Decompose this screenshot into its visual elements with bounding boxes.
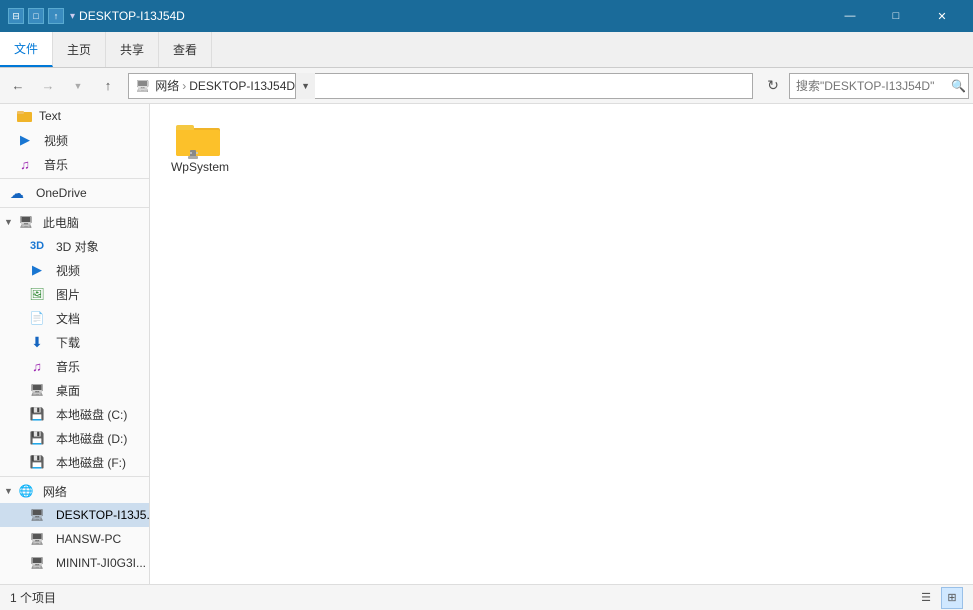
recent-locations-button[interactable]: ▼ bbox=[64, 72, 92, 100]
sidebar: Text ▶ 视频 ♫ 音乐 ☁ OneDrive ▼ 🖥 此电脑 3D 3D … bbox=[0, 104, 150, 584]
video-icon-2: ▶ bbox=[28, 261, 46, 279]
status-count: 1 个项目 bbox=[10, 589, 56, 606]
pc-icon: 🖥 bbox=[17, 213, 35, 231]
titlebar-quick-access: ⊟ □ ↑ bbox=[8, 8, 64, 24]
address-sep-1: › bbox=[182, 79, 186, 93]
sidebar-item-doc[interactable]: 📄 文档 bbox=[0, 306, 149, 330]
download-icon: ⬇ bbox=[28, 333, 46, 351]
doc-icon: 📄 bbox=[28, 309, 46, 327]
sidebar-item-desktop-i13[interactable]: 🖥 DESKTOP-I13J5... bbox=[0, 503, 149, 527]
window-controls: — □ ✕ bbox=[827, 0, 965, 32]
ribbon-tab-share[interactable]: 共享 bbox=[106, 32, 159, 67]
network-icon: 🌐 bbox=[17, 482, 35, 500]
search-icon: 🔍 bbox=[951, 79, 966, 93]
disk-c-icon: 💾 bbox=[28, 405, 46, 423]
divider-2 bbox=[0, 207, 149, 208]
sidebar-item-3dobject[interactable]: 3D 3D 对象 bbox=[0, 234, 149, 258]
folder-icon bbox=[16, 107, 34, 125]
address-desktop: DESKTOP-I13J54D bbox=[189, 79, 295, 93]
sidebar-item-diskd[interactable]: 💾 本地磁盘 (D:) bbox=[0, 426, 149, 450]
sidebar-item-video2[interactable]: ▶ 视频 bbox=[0, 258, 149, 282]
address-network: 网络 bbox=[155, 77, 179, 94]
refresh-button[interactable]: ↻ bbox=[759, 72, 787, 100]
sidebar-item-video1[interactable]: ▶ 视频 bbox=[0, 128, 149, 152]
3d-icon: 3D bbox=[28, 237, 46, 255]
titlebar-dropdown-arrow[interactable]: ▾ bbox=[70, 11, 75, 22]
sidebar-item-thispc[interactable]: ▼ 🖥 此电脑 bbox=[0, 210, 149, 234]
ribbon-tab-view[interactable]: 查看 bbox=[159, 32, 212, 67]
sidebar-item-diskf[interactable]: 💾 本地磁盘 (F:) bbox=[0, 450, 149, 474]
sidebar-item-download[interactable]: ⬇ 下载 bbox=[0, 330, 149, 354]
sidebar-item-network[interactable]: ▼ 🌐 网络 bbox=[0, 479, 149, 503]
up-button[interactable]: ↑ bbox=[94, 72, 122, 100]
cloud-icon: ☁ bbox=[8, 184, 26, 202]
forward-button[interactable]: → bbox=[34, 72, 62, 100]
wpsystem-folder-icon bbox=[176, 120, 224, 160]
content-area: WpSystem bbox=[150, 104, 973, 584]
back-button[interactable]: ← bbox=[4, 72, 32, 100]
ribbon-tab-home[interactable]: 主页 bbox=[53, 32, 106, 67]
sidebar-item-diskc[interactable]: 💾 本地磁盘 (C:) bbox=[0, 402, 149, 426]
titlebar-icon-3: ↑ bbox=[48, 8, 64, 24]
maximize-button[interactable]: □ bbox=[873, 0, 919, 32]
search-input[interactable] bbox=[796, 79, 951, 93]
main-area: Text ▶ 视频 ♫ 音乐 ☁ OneDrive ▼ 🖥 此电脑 3D 3D … bbox=[0, 104, 973, 584]
disk-d-icon: 💾 bbox=[28, 429, 46, 447]
address-bar[interactable]: 🖥 网络 › DESKTOP-I13J54D ▼ bbox=[128, 73, 753, 99]
statusbar: 1 个项目 ☰ ⊞ bbox=[0, 584, 973, 610]
music-icon-2: ♫ bbox=[28, 357, 46, 375]
desktop-icon: 🖥 bbox=[28, 381, 46, 399]
chevron-network: ▼ bbox=[4, 486, 13, 496]
large-icon-view-button[interactable]: ⊞ bbox=[941, 587, 963, 609]
divider-1 bbox=[0, 178, 149, 179]
search-box[interactable]: 🔍 bbox=[789, 73, 969, 99]
divider-3 bbox=[0, 476, 149, 477]
toolbar: ← → ▼ ↑ 🖥 网络 › DESKTOP-I13J54D ▼ ↻ 🔍 bbox=[0, 68, 973, 104]
sidebar-item-minint[interactable]: 🖥 MININT-JI0G3I... bbox=[0, 551, 149, 575]
wpsystem-label: WpSystem bbox=[171, 160, 229, 174]
minint-icon: 🖥 bbox=[28, 554, 46, 572]
hansw-icon: 🖥 bbox=[28, 530, 46, 548]
sidebar-item-image[interactable]: 🖼 图片 bbox=[0, 282, 149, 306]
folder-wpsystem[interactable]: WpSystem bbox=[160, 114, 240, 180]
image-icon: 🖼 bbox=[28, 285, 46, 303]
sidebar-item-music2[interactable]: ♫ 音乐 bbox=[0, 354, 149, 378]
chevron-thispc: ▼ bbox=[4, 217, 13, 227]
titlebar-icon-1: ⊟ bbox=[8, 8, 24, 24]
video-icon-1: ▶ bbox=[16, 131, 34, 149]
titlebar-icon-2: □ bbox=[28, 8, 44, 24]
sidebar-item-hansw[interactable]: 🖥 HANSW-PC bbox=[0, 527, 149, 551]
close-button[interactable]: ✕ bbox=[919, 0, 965, 32]
titlebar: ⊟ □ ↑ ▾ DESKTOP-I13J54D — □ ✕ bbox=[0, 0, 973, 32]
sidebar-item-onedrive[interactable]: ☁ OneDrive bbox=[0, 181, 149, 205]
minimize-button[interactable]: — bbox=[827, 0, 873, 32]
music-icon-1: ♫ bbox=[16, 155, 34, 173]
sidebar-item-text[interactable]: Text bbox=[0, 104, 149, 128]
titlebar-title: DESKTOP-I13J54D bbox=[79, 9, 827, 23]
sidebar-item-music1[interactable]: ♫ 音乐 bbox=[0, 152, 149, 176]
ribbon-tab-file[interactable]: 文件 bbox=[0, 32, 53, 67]
sidebar-item-desktop[interactable]: 🖥 桌面 bbox=[0, 378, 149, 402]
desktop-net-icon: 🖥 bbox=[28, 506, 46, 524]
address-computer-icon: 🖥 bbox=[135, 79, 150, 93]
statusbar-right: ☰ ⊞ bbox=[915, 587, 963, 609]
disk-f-icon: 💾 bbox=[28, 453, 46, 471]
address-dropdown-button[interactable]: ▼ bbox=[295, 73, 315, 99]
detail-view-button[interactable]: ☰ bbox=[915, 587, 937, 609]
ribbon: 文件 主页 共享 查看 bbox=[0, 32, 973, 68]
